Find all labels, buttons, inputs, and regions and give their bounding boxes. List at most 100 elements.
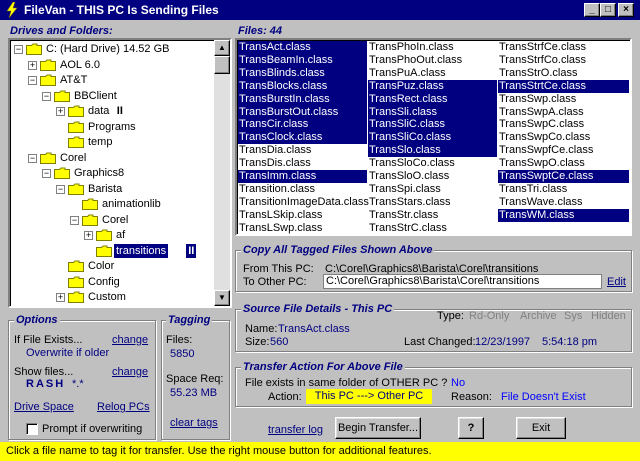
- tree-item[interactable]: + AOL 6.0: [10, 58, 214, 73]
- collapse-icon[interactable]: −: [42, 169, 51, 178]
- file-item[interactable]: TransSwp.class: [498, 93, 629, 106]
- file-item[interactable]: TransSwptCe.class: [498, 170, 629, 183]
- tree-item[interactable]: Programs: [10, 120, 214, 135]
- file-item[interactable]: TransSwpA.class: [498, 106, 629, 119]
- title-bar[interactable]: FileVan - THIS PC Is Sending Files _ □ ×: [0, 0, 640, 20]
- file-item[interactable]: TransStrC.class: [368, 222, 497, 234]
- file-item[interactable]: TransBlocks.class: [238, 79, 367, 93]
- file-item[interactable]: TransPhoIn.class: [368, 41, 497, 54]
- file-item[interactable]: TransSwpCo.class: [498, 131, 629, 144]
- expand-icon[interactable]: +: [56, 107, 65, 116]
- tree-item[interactable]: animationlib: [10, 197, 214, 212]
- expand-icon[interactable]: +: [84, 231, 93, 240]
- folder-tree[interactable]: − C: (Hard Drive) 14.52 GB + AOL 6.0− AT&T − B…: [8, 38, 232, 308]
- tree-item[interactable]: − Barista: [10, 182, 214, 197]
- file-item[interactable]: TransStars.class: [368, 196, 497, 209]
- relog-pcs-link[interactable]: Relog PCs: [97, 401, 150, 413]
- file-item[interactable]: TransSliC.class: [368, 118, 497, 132]
- maximize-button[interactable]: □: [600, 3, 616, 17]
- to-pc-path-field[interactable]: C:\Corel\Graphics8\Barista\Corel\transit…: [323, 274, 602, 289]
- file-item[interactable]: TransBeamIn.class: [238, 53, 367, 67]
- folder-tree-scrollbar[interactable]: ▲ ▼: [214, 40, 230, 306]
- expand-icon[interactable]: +: [56, 293, 65, 302]
- file-item[interactable]: TransStrtCe.class: [498, 79, 629, 93]
- collapse-icon[interactable]: −: [56, 184, 65, 194]
- begin-transfer-button[interactable]: Begin Transfer...: [335, 417, 421, 439]
- file-item[interactable]: TransStrO.class: [498, 67, 629, 80]
- folder-icon: [68, 183, 84, 195]
- close-button[interactable]: ×: [618, 3, 634, 17]
- file-item[interactable]: TransitionImageData.class: [238, 196, 369, 209]
- file-item[interactable]: TransPuA.class: [368, 67, 497, 80]
- tree-item[interactable]: Color: [10, 259, 214, 274]
- folder-icon: [68, 291, 84, 303]
- prompt-overwrite-checkbox[interactable]: [26, 423, 38, 435]
- collapse-icon[interactable]: −: [14, 45, 23, 54]
- tree-item[interactable]: + data II: [10, 104, 214, 119]
- file-item[interactable]: TransBurstIn.class: [238, 92, 367, 106]
- collapse-icon[interactable]: −: [28, 76, 37, 85]
- file-list[interactable]: TransAct.class TransBeamIn.class TransBlin…: [235, 38, 632, 236]
- file-item[interactable]: TransSpi.class: [368, 183, 497, 196]
- file-item[interactable]: TransDis.class: [238, 157, 367, 170]
- tree-item[interactable]: + Custom: [10, 290, 214, 305]
- tree-item[interactable]: − C: (Hard Drive) 14.52 GB: [10, 42, 214, 57]
- clear-tags-link[interactable]: clear tags: [170, 417, 218, 429]
- tree-item[interactable]: − Corel: [10, 213, 214, 228]
- expand-icon[interactable]: +: [28, 60, 37, 70]
- file-item[interactable]: TransBurstOut.class: [238, 105, 367, 119]
- if-exists-change-link[interactable]: change: [112, 334, 148, 346]
- file-item[interactable]: TransLSkip.class: [238, 209, 367, 222]
- tree-item[interactable]: − BBClient: [10, 89, 214, 104]
- file-item[interactable]: TransStrfCo.class: [498, 54, 629, 67]
- file-item[interactable]: TransImm.class: [238, 170, 367, 183]
- file-item[interactable]: TransPhoOut.class: [368, 54, 497, 67]
- tree-item[interactable]: temp: [10, 135, 214, 150]
- scroll-down-button[interactable]: ▼: [214, 290, 230, 306]
- file-item[interactable]: TransSloCo.class: [368, 157, 497, 170]
- file-item[interactable]: TransSwpfCe.class: [498, 144, 629, 157]
- collapse-icon[interactable]: −: [28, 153, 37, 163]
- exit-button[interactable]: Exit: [516, 417, 566, 439]
- help-button[interactable]: ?: [458, 417, 484, 439]
- file-item[interactable]: TransWave.class: [498, 196, 629, 209]
- edit-path-link[interactable]: Edit: [607, 276, 626, 288]
- file-item[interactable]: TransBlinds.class: [238, 66, 367, 80]
- tree-item[interactable]: − Corel: [10, 151, 214, 166]
- file-item[interactable]: TransAct.class: [238, 41, 367, 54]
- file-name-value: TransAct.class: [278, 323, 350, 335]
- tree-item[interactable]: − Graphics8: [10, 166, 214, 181]
- file-item[interactable]: TransStr.class: [368, 209, 497, 222]
- file-item[interactable]: TransSlo.class: [368, 144, 497, 158]
- collapse-icon[interactable]: −: [42, 91, 51, 101]
- tree-item[interactable]: + af: [10, 228, 214, 243]
- minimize-button[interactable]: _: [584, 3, 600, 17]
- drive-space-link[interactable]: Drive Space: [14, 401, 74, 413]
- file-item[interactable]: TransPuz.class: [368, 79, 497, 93]
- file-item[interactable]: TransWM.class: [498, 208, 629, 222]
- scroll-thumb[interactable]: [214, 56, 230, 74]
- tree-item[interactable]: − AT&T: [10, 73, 214, 88]
- file-item[interactable]: TransClock.class: [238, 131, 367, 145]
- file-item[interactable]: TransTri.class: [498, 183, 629, 196]
- folder-icon: [82, 198, 98, 210]
- scroll-up-button[interactable]: ▲: [214, 40, 230, 56]
- file-item[interactable]: TransSliCo.class: [368, 131, 497, 145]
- file-item[interactable]: TransSwpO.class: [498, 157, 629, 170]
- transfer-log-link[interactable]: transfer log: [268, 424, 323, 436]
- file-item[interactable]: TransSloO.class: [368, 170, 497, 183]
- file-item[interactable]: TransStrfCe.class: [498, 41, 629, 54]
- file-item[interactable]: TransLSwp.class: [238, 222, 367, 234]
- file-item[interactable]: TransSli.class: [368, 105, 497, 119]
- file-item[interactable]: TransRect.class: [368, 92, 497, 106]
- file-item[interactable]: TransDia.class: [238, 144, 367, 157]
- file-item[interactable]: TransSwpC.class: [498, 118, 629, 131]
- tree-item[interactable]: transitions II: [10, 243, 214, 259]
- file-exists-label: File exists in same folder of OTHER PC ?: [245, 377, 448, 389]
- tree-item[interactable]: Config: [10, 275, 214, 290]
- collapse-icon[interactable]: −: [70, 215, 79, 225]
- file-item[interactable]: TransCir.class: [238, 118, 367, 132]
- tree-item[interactable]: +Draw: [10, 306, 214, 307]
- file-item[interactable]: Transition.class: [238, 183, 367, 196]
- show-files-change-link[interactable]: change: [112, 366, 148, 378]
